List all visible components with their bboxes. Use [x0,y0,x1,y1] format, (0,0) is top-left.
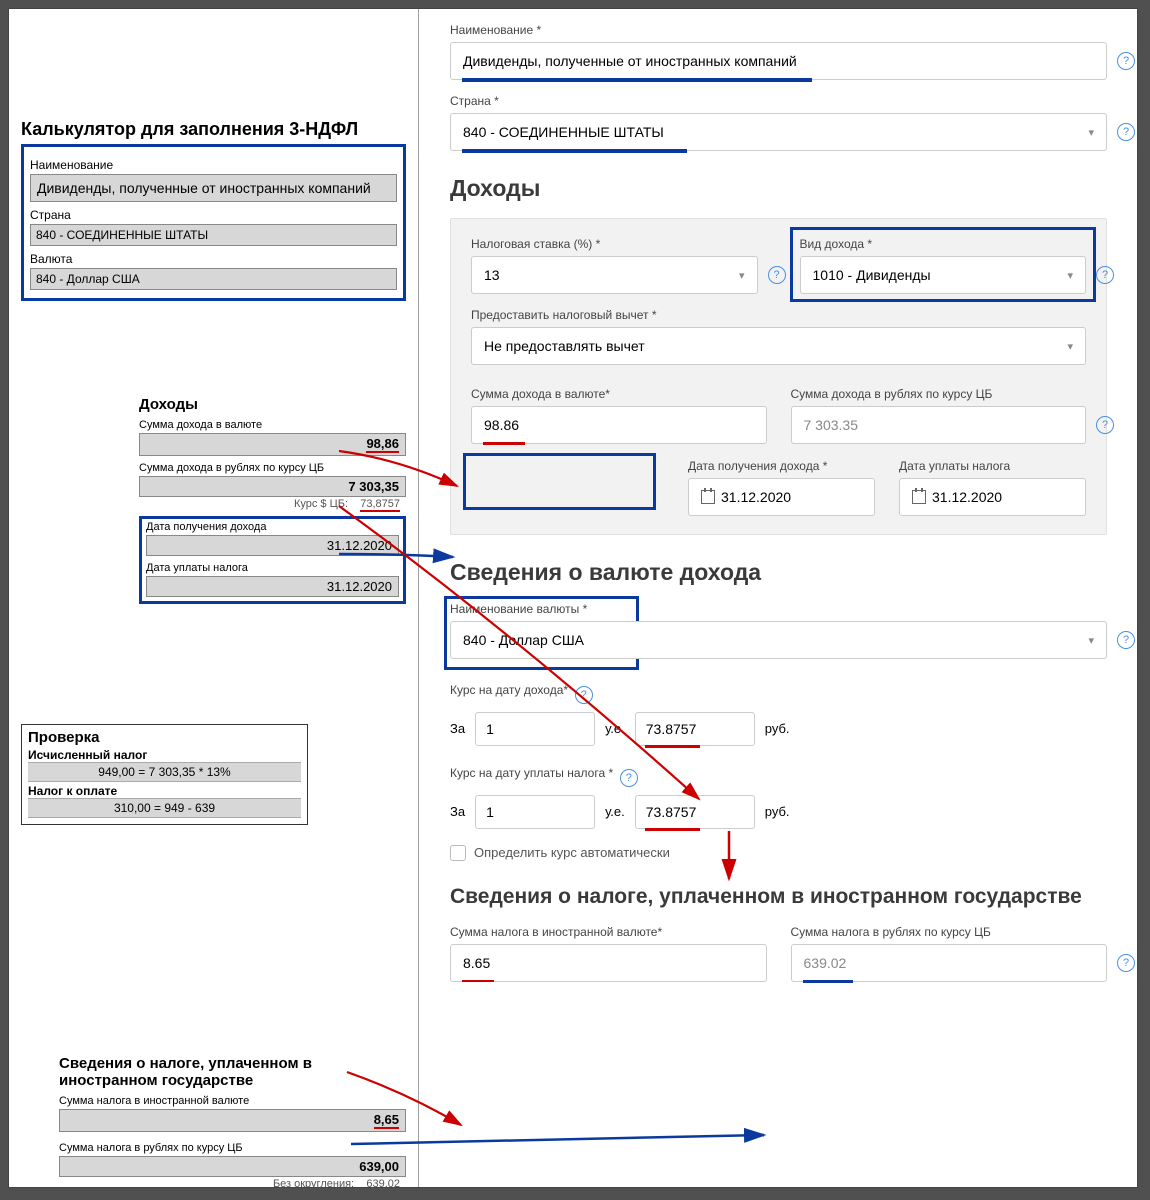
kind-label: Вид дохода * [800,237,1087,251]
help-icon[interactable]: ? [1096,266,1114,284]
rate-income-row: За 1 у.е. 73.8757 руб. [450,712,1107,746]
country-field[interactable]: 840 - СОЕДИНЕННЫЕ ШТАТЫ [30,224,397,246]
kind-select[interactable]: 1010 - Дивиденды [800,256,1087,294]
ue-label: у.е. [605,721,625,736]
r-ft-rub-label: Сумма налога в рублях по курсу ЦБ [791,925,1108,939]
ue-label: у.е. [605,804,625,819]
income-panel: Налоговая ставка (%) * 13 ? Вид дохода *… [450,218,1107,535]
date-tax-value: 31.12.2020 [146,576,399,597]
r-ft-cur-label: Сумма налога в иностранной валюте* [450,925,767,939]
sum-rub-value: 7 303,35 [139,476,406,497]
auto-rate-label: Определить курс автоматически [474,845,670,860]
calendar-icon [912,490,926,504]
ft-header: Сведения о налоге, уплаченном в иностран… [59,1055,406,1089]
taxrate-select[interactable]: 13 [471,256,758,294]
ft-rub-label: Сумма налога в рублях по курсу ЦБ [59,1142,406,1154]
rate-tax-input[interactable]: 73.8757 [635,795,755,829]
r-name-input[interactable]: Дивиденды, полученные от иностранных ком… [450,42,1107,80]
rate-qty-input[interactable]: 1 [475,712,595,746]
income-header: Доходы [139,396,406,413]
calc2-label: Налог к оплате [28,784,301,798]
za-label: За [450,804,465,819]
r-sum-rub-label: Сумма дохода в рублях по курсу ЦБ [791,387,1087,401]
r-date-income-label: Дата получения дохода * [688,459,875,473]
help-icon[interactable]: ? [575,686,593,704]
foreign-tax-left: Сведения о налоге, уплаченном в иностран… [59,1055,406,1188]
rate-income-label: Курс на дату дохода* ? [450,683,1107,704]
taxrate-label: Налоговая ставка (%) * [471,237,758,251]
r-name-label: Наименование * [450,23,1107,37]
checkbox-icon[interactable] [450,845,466,861]
sum-cur-label: Сумма дохода в валюте [139,419,406,431]
cur-name-select[interactable]: 840 - Доллар США [450,621,1107,659]
help-icon[interactable]: ? [1096,416,1114,434]
za-label: За [450,721,465,736]
country-label: Страна [30,208,397,222]
rate-tax-row: За 1 у.е. 73.8757 руб. [450,795,1107,829]
dates-box: Дата получения дохода 31.12.2020 Дата уп… [139,516,406,604]
cur-name-label: Наименование валюты * [450,602,1107,616]
calc-identity-box: Наименование Дивиденды, полученные от ин… [21,144,406,301]
rate-qty-input[interactable]: 1 [475,795,595,829]
check-box: Проверка Исчисленный налог 949,00 = 7 30… [21,724,308,825]
deduct-select[interactable]: Не предоставлять вычет [471,327,1086,365]
r-sum-cur-input[interactable]: 98.86 [471,406,767,444]
help-icon[interactable]: ? [1117,52,1135,70]
auto-rate-row[interactable]: Определить курс автоматически [450,845,1107,861]
calculator-title: Калькулятор для заполнения 3-НДФЛ [21,119,406,140]
date-tax-label: Дата уплаты налога [146,562,399,574]
r-country-select[interactable]: 840 - СОЕДИНЕННЫЕ ШТАТЫ [450,113,1107,151]
rate-income-input[interactable]: 73.8757 [635,712,755,746]
help-icon[interactable]: ? [1117,631,1135,649]
help-icon[interactable]: ? [1117,123,1135,141]
sum-rub-label: Сумма дохода в рублях по курсу ЦБ [139,462,406,474]
rub-label: руб. [765,804,790,819]
ft-noround-row: Без округления: 639,02 [59,1177,406,1188]
calc2-value: 310,00 = 949 - 639 [28,798,301,818]
check-header: Проверка [28,729,301,746]
help-icon[interactable]: ? [1117,954,1135,972]
currency-info-heading: Сведения о валюте дохода [450,559,1107,586]
calc1-value: 949,00 = 7 303,35 * 13% [28,762,301,782]
deduct-label: Предоставить налоговый вычет * [471,308,1086,322]
income-heading: Доходы [450,175,1107,202]
r-ft-rub-display: 639.02 [791,944,1108,982]
ft-cur-label: Сумма налога в иностранной валюте [59,1095,406,1107]
r-date-tax-input[interactable]: 31.12.2020 [899,478,1086,516]
r-ft-cur-input[interactable]: 8.65 [450,944,767,982]
income-left-block: Доходы Сумма дохода в валюте 98,86 Сумма… [139,396,406,604]
r-country-label: Страна * [450,94,1107,108]
sum-cur-value: 98,86 [139,433,406,456]
rub-label: руб. [765,721,790,736]
name-field[interactable]: Дивиденды, полученные от иностранных ком… [30,174,397,202]
r-date-tax-label: Дата уплаты налога [899,459,1086,473]
calendar-icon [701,490,715,504]
rate-tax-label: Курс на дату уплаты налога * ? [450,766,1107,787]
currency-field[interactable]: 840 - Доллар США [30,268,397,290]
name-label: Наименование [30,158,397,172]
help-icon[interactable]: ? [620,769,638,787]
r-sum-rub-display: 7 303.35 [791,406,1087,444]
foreign-tax-heading: Сведения о налоге, уплаченном в иностран… [450,885,1107,909]
r-sum-cur-label: Сумма дохода в валюте* [471,387,767,401]
date-income-value: 31.12.2020 [146,535,399,556]
calc1-label: Исчисленный налог [28,748,301,762]
help-icon[interactable]: ? [768,266,786,284]
ft-cur-value: 8,65 [59,1109,406,1132]
cbrate-row: Курс $ ЦБ: 73,8757 [139,497,406,513]
date-income-label: Дата получения дохода [146,521,399,533]
currency-label: Валюта [30,252,397,266]
ft-rub-value: 639,00 [59,1156,406,1177]
r-date-income-input[interactable]: 31.12.2020 [688,478,875,516]
